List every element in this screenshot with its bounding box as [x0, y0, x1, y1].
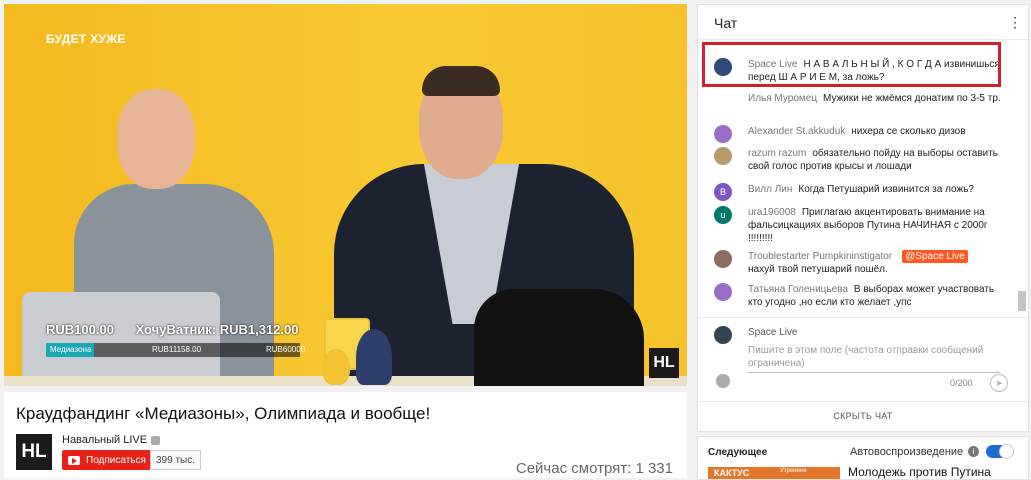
thumbnail-title: КАКТУС: [714, 468, 750, 478]
avatar[interactable]: [714, 125, 732, 143]
chat-message: Alexander St.akkuduk нихера се сколько ди…: [714, 125, 1004, 143]
message-text: нихера се сколько дизов: [851, 126, 966, 137]
thumbnail-subtitle: Утреннее: [780, 468, 807, 474]
chat-message: Илья Муромец Мужики не жмёмся донатим по …: [714, 92, 1004, 105]
chat-message: Troublestarter Pumpkininstigator @Space L…: [714, 250, 1004, 276]
progress-current: RUB11158.00: [152, 345, 202, 354]
up-next-panel: Следующее Автовоспроизведение i КАКТУС У…: [697, 436, 1029, 480]
black-bag: [474, 289, 644, 386]
person-left-head: [117, 89, 195, 189]
message-author[interactable]: razum razum: [748, 148, 806, 159]
channel-name-text: Навальный LIVE: [62, 434, 148, 446]
message-text: Когда Петушарий извинится за ложь?: [798, 184, 974, 195]
next-video-title[interactable]: Молодежь против Путина: [848, 465, 991, 479]
person-right-hair: [422, 66, 500, 96]
youtube-play-icon: [68, 455, 80, 465]
char-counter: 0/200: [950, 378, 973, 388]
autoplay-label: Автовоспроизведение: [850, 446, 964, 458]
message-text: Мужики не жмёмся донатим по 3-5 тр.: [823, 93, 1001, 104]
mention-badge[interactable]: @Space Live: [902, 250, 968, 263]
avatar[interactable]: u: [714, 206, 732, 224]
highlight-box: [702, 42, 1001, 87]
avatar[interactable]: В: [714, 183, 732, 201]
chat-message: u ura196008 Приглагаю акцентировать внима…: [714, 206, 1004, 245]
up-next-label: Следующее: [708, 447, 768, 458]
channel-name[interactable]: Навальный LIVE: [62, 434, 161, 446]
message-author[interactable]: Вилл Лин: [748, 184, 792, 195]
video-info-panel: Краудфандинг «Медиазоны», Олимпиада и во…: [4, 392, 687, 478]
chat-composer: Space Live Пишите в этом поле (частота о…: [698, 317, 1028, 398]
hl-watermark-logo: HL: [649, 348, 679, 378]
avatar[interactable]: [714, 283, 732, 301]
video-top-label: БУДЕТ ХУЖЕ: [46, 32, 126, 46]
avatar[interactable]: [714, 250, 732, 268]
donation-text: ХочуВатник: RUB1,312.00: [135, 322, 299, 337]
message-author[interactable]: ura196008: [748, 207, 796, 218]
laptop: [22, 292, 220, 386]
donation-overlay: RUB100.00 ХочуВатник: RUB1,312.00: [46, 322, 299, 337]
progress-goal: RUB60000: [266, 345, 306, 354]
next-video-thumbnail[interactable]: КАКТУС Утреннее: [708, 467, 840, 479]
channel-avatar[interactable]: HL: [16, 434, 52, 470]
video-player[interactable]: БУДЕТ ХУЖЕ RUB100.00 ХочуВатник: RUB1,31…: [4, 4, 687, 386]
chat-message: razum razum обязательно пойду на выборы о…: [714, 147, 1004, 173]
avatar[interactable]: [714, 147, 732, 165]
subscriber-count: 399 тыс.: [150, 450, 202, 470]
composer-username: Space Live: [748, 327, 798, 338]
subscribe-button[interactable]: Подписаться: [62, 450, 154, 470]
chat-scrollbar[interactable]: [1018, 41, 1026, 311]
verified-icon: [151, 435, 161, 445]
message-text: нахуй твой петушарий пошёл.: [748, 264, 888, 275]
video-title: Краудфандинг «Медиазоны», Олимпиада и во…: [16, 404, 431, 423]
scrollbar-thumb[interactable]: [1018, 291, 1026, 311]
more-options-icon[interactable]: ⋮: [1008, 15, 1022, 31]
figurine: [356, 329, 392, 385]
chat-title: Чат: [714, 15, 738, 31]
hide-chat-button[interactable]: СКРЫТЬ ЧАТ: [698, 401, 1028, 430]
viewer-count: Сейчас смотрят: 1 331: [515, 460, 673, 477]
message-author[interactable]: Илья Муромец: [748, 93, 817, 104]
live-chat-panel: Чат ⋮ Space Live Н А В А Л Ь Н Ы Й , К О …: [697, 4, 1029, 432]
info-icon[interactable]: i: [968, 446, 979, 457]
message-author[interactable]: Troublestarter Pumpkininstigator: [748, 251, 892, 262]
emoji-icon[interactable]: [716, 374, 730, 388]
fundraising-progress: Медиазона RUB11158.00 RUB60000: [46, 343, 305, 357]
progress-name: Медиазона: [50, 345, 92, 354]
message-author[interactable]: Alexander St.akkuduk: [748, 126, 845, 137]
chat-header: Чат ⋮: [698, 5, 1028, 40]
user-avatar: [714, 326, 732, 344]
donation-amount: RUB100.00: [46, 322, 114, 337]
chat-message: В Вилл Лин Когда Петушарий извинится за л…: [714, 183, 1004, 201]
message-author[interactable]: Татьяна Голеницьева: [748, 284, 848, 295]
subscribe-label: Подписаться: [86, 454, 146, 466]
send-icon[interactable]: ➤: [990, 374, 1008, 392]
chat-message-input[interactable]: Пишите в этом поле (частота отправки соо…: [748, 344, 1000, 373]
chat-message: Татьяна Голеницьева В выборах может участ…: [714, 283, 1004, 309]
autoplay-toggle[interactable]: [986, 444, 1014, 459]
rubber-duck: [322, 349, 350, 385]
